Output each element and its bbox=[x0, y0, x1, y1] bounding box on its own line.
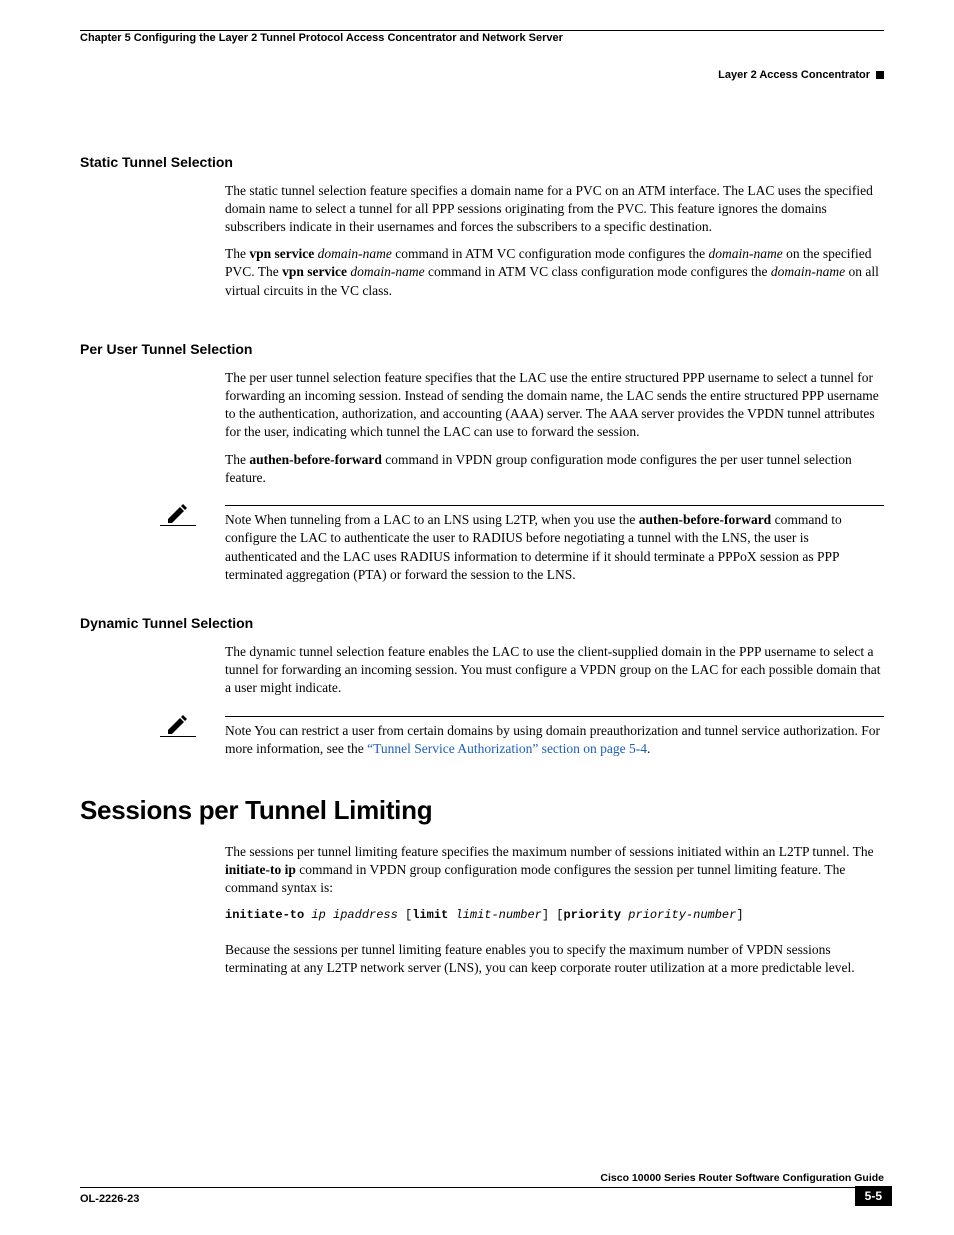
running-header: Chapter 5 Configuring the Layer 2 Tunnel… bbox=[80, 31, 884, 46]
dynamic-p1: The dynamic tunnel selection feature ena… bbox=[225, 643, 884, 698]
header-rule bbox=[80, 30, 884, 31]
footer-rule: 5-5 bbox=[80, 1187, 884, 1188]
xref-link[interactable]: “Tunnel Service Authorization” section o… bbox=[367, 741, 647, 756]
note-body: Note When tunneling from a LAC to an LNS… bbox=[225, 511, 884, 584]
footer: Cisco 10000 Series Router Software Confi… bbox=[80, 1171, 884, 1207]
doc-number: OL-2226-23 bbox=[80, 1192, 139, 1207]
header-marker-icon bbox=[876, 71, 884, 79]
heading-dynamic: Dynamic Tunnel Selection bbox=[80, 614, 884, 633]
command-syntax: initiate-to ip ipaddress [limit limit-nu… bbox=[225, 907, 884, 923]
section-label: Layer 2 Access Concentrator bbox=[718, 69, 870, 81]
sessions-p1: The sessions per tunnel limiting feature… bbox=[225, 843, 884, 898]
dynamic-content: The dynamic tunnel selection feature ena… bbox=[225, 643, 884, 758]
note-rule bbox=[225, 716, 884, 717]
note-pencil-icon bbox=[160, 714, 196, 737]
heading-static: Static Tunnel Selection bbox=[80, 153, 884, 172]
section-header: Layer 2 Access Concentrator bbox=[80, 68, 884, 83]
heading-sessions: Sessions per Tunnel Limiting bbox=[80, 793, 884, 828]
sessions-p2: Because the sessions per tunnel limiting… bbox=[225, 941, 884, 977]
footer-guide: Cisco 10000 Series Router Software Confi… bbox=[80, 1171, 884, 1185]
peruser-note: Note When tunneling from a LAC to an LNS… bbox=[225, 505, 884, 584]
note-pencil-icon bbox=[160, 503, 196, 526]
chapter-label: Chapter 5 Configuring the Layer 2 Tunnel… bbox=[80, 31, 563, 46]
peruser-p1: The per user tunnel selection feature sp… bbox=[225, 369, 884, 442]
peruser-p2: The authen-before-forward command in VPD… bbox=[225, 451, 884, 487]
note-body: Note You can restrict a user from certai… bbox=[225, 722, 884, 758]
static-p2: The vpn service domain-name command in A… bbox=[225, 245, 884, 300]
static-p1: The static tunnel selection feature spec… bbox=[225, 182, 884, 237]
note-label: Note bbox=[225, 723, 251, 738]
dynamic-note: Note You can restrict a user from certai… bbox=[225, 716, 884, 758]
note-rule bbox=[225, 505, 884, 506]
note-label: Note bbox=[225, 512, 251, 527]
sessions-content: The sessions per tunnel limiting feature… bbox=[225, 843, 884, 977]
peruser-content: The per user tunnel selection feature sp… bbox=[225, 369, 884, 584]
page-number-badge: 5-5 bbox=[855, 1186, 892, 1206]
heading-peruser: Per User Tunnel Selection bbox=[80, 340, 884, 359]
static-content: The static tunnel selection feature spec… bbox=[225, 182, 884, 300]
page: Chapter 5 Configuring the Layer 2 Tunnel… bbox=[0, 0, 954, 1235]
